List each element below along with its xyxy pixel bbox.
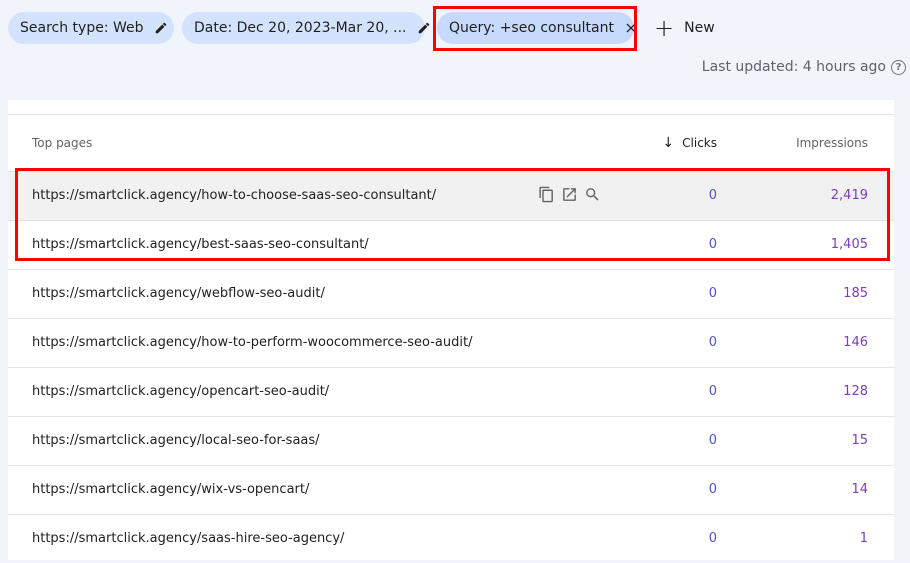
clicks-value: 0 (708, 433, 717, 448)
filter-chip-label: Date: Dec 20, 2023-Mar 20, ... (194, 20, 407, 36)
filter-chip-search-type[interactable]: Search type: Web (8, 12, 174, 44)
table-row[interactable]: https://smartclick.agency/wix-vs-opencar… (8, 465, 894, 514)
impressions-value: 146 (843, 335, 868, 350)
table-row[interactable]: https://smartclick.agency/how-to-perform… (8, 318, 894, 367)
header-clicks-label: Clicks (682, 136, 717, 150)
impressions-value: 15 (851, 433, 868, 448)
header-clicks[interactable]: ↓ Clicks (662, 135, 717, 151)
table-header: Top pages ↓ Clicks Impressions (8, 128, 894, 158)
table-row[interactable]: https://smartclick.agency/opencart-seo-a… (8, 367, 894, 416)
page-url[interactable]: https://smartclick.agency/saas-hire-seo-… (32, 531, 344, 546)
clicks-value: 0 (708, 531, 717, 546)
clicks-value: 0 (708, 384, 717, 399)
new-filter-button[interactable]: + New (654, 15, 715, 41)
page-url[interactable]: https://smartclick.agency/how-to-perform… (32, 335, 472, 350)
pencil-icon[interactable] (417, 21, 431, 35)
clicks-value: 0 (708, 335, 717, 350)
new-filter-label: New (684, 20, 715, 36)
filter-chip-date[interactable]: Date: Dec 20, 2023-Mar 20, ... (182, 12, 429, 44)
page-url[interactable]: https://smartclick.agency/wix-vs-opencar… (32, 482, 309, 497)
header-impressions[interactable]: Impressions (796, 136, 868, 150)
highlight-box-rows (15, 168, 890, 261)
page-url[interactable]: https://smartclick.agency/opencart-seo-a… (32, 384, 329, 399)
table-row[interactable]: https://smartclick.agency/local-seo-for-… (8, 416, 894, 465)
plus-icon: + (654, 14, 675, 42)
impressions-value: 1 (859, 531, 868, 546)
last-updated-text: Last updated: 4 hours ago (701, 59, 886, 75)
table-row[interactable]: https://smartclick.agency/webflow-seo-au… (8, 269, 894, 318)
pencil-icon[interactable] (154, 21, 168, 35)
table-row[interactable]: https://smartclick.agency/saas-hire-seo-… (8, 514, 894, 563)
help-icon[interactable]: ? (891, 60, 906, 75)
impressions-value: 185 (843, 286, 868, 301)
highlight-box-query (433, 6, 637, 51)
clicks-value: 0 (708, 286, 717, 301)
filter-chip-label: Search type: Web (20, 20, 144, 36)
impressions-value: 14 (851, 482, 868, 497)
clicks-value: 0 (708, 482, 717, 497)
impressions-value: 128 (843, 384, 868, 399)
page-url[interactable]: https://smartclick.agency/local-seo-for-… (32, 433, 320, 448)
header-top-pages[interactable]: Top pages (32, 136, 92, 150)
divider (8, 114, 894, 115)
arrow-down-icon: ↓ (662, 135, 675, 151)
page-url[interactable]: https://smartclick.agency/webflow-seo-au… (32, 286, 325, 301)
